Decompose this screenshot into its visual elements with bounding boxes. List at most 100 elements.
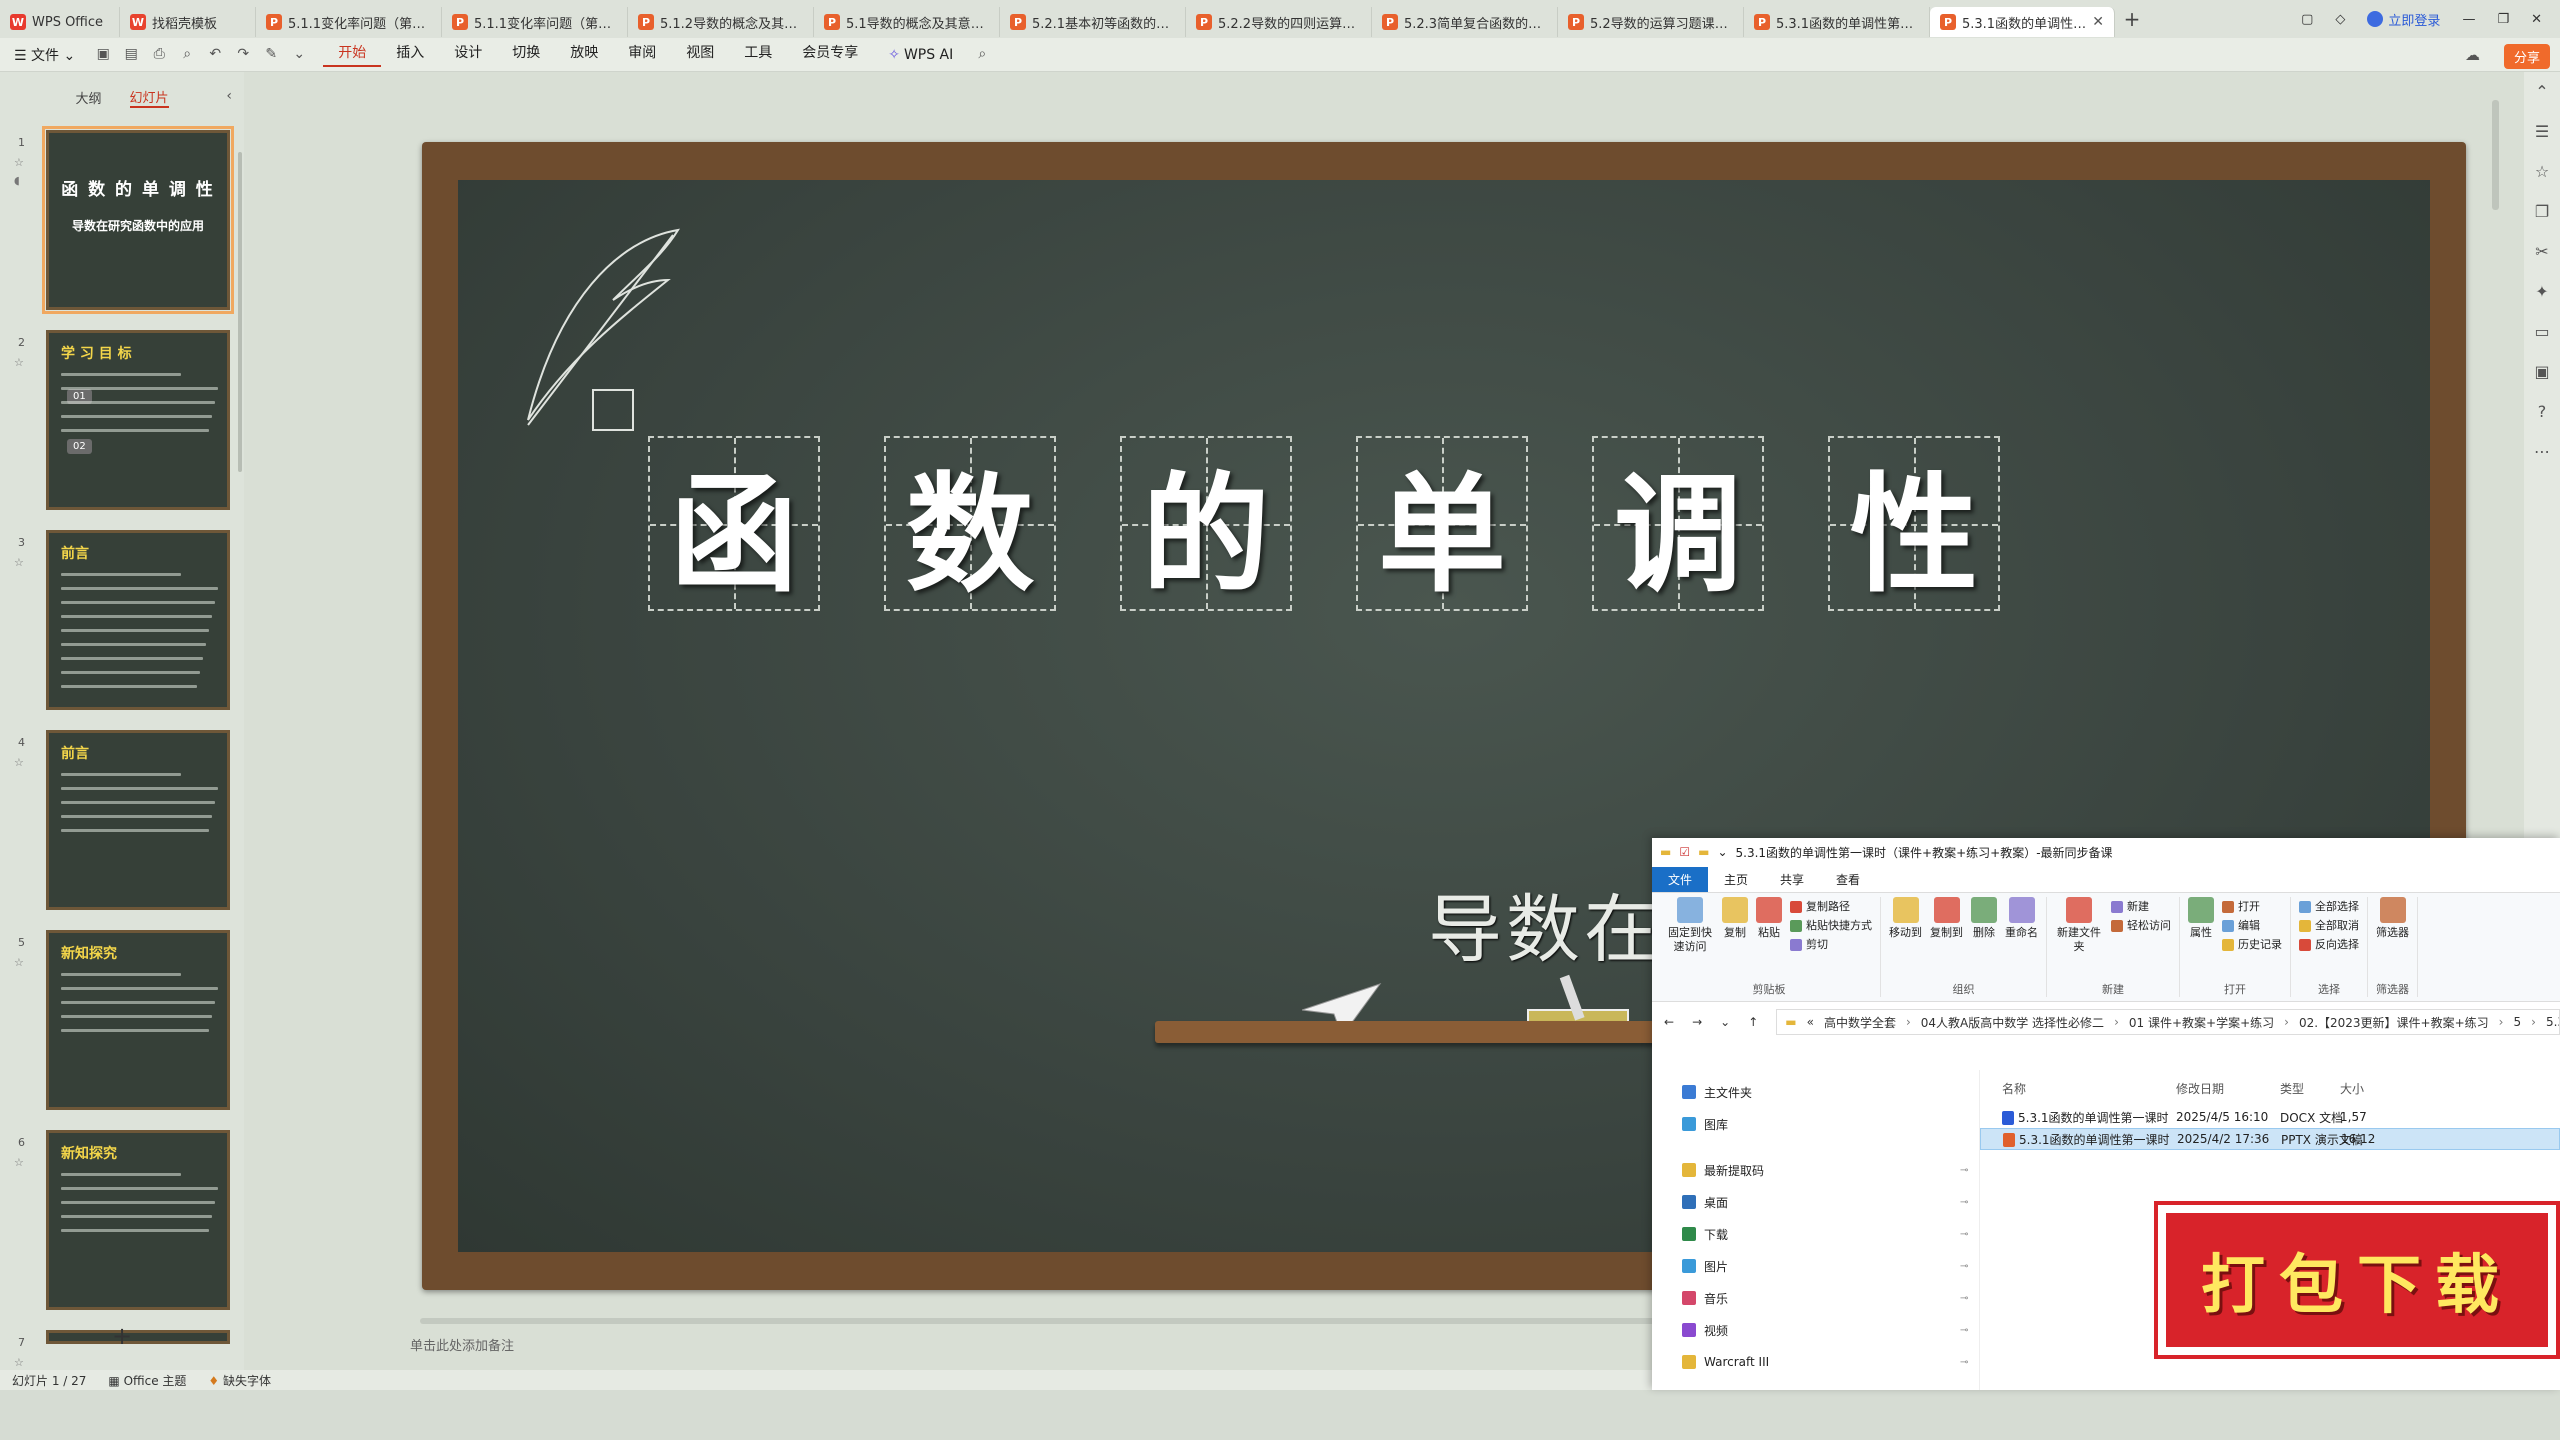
slide-thumbnail[interactable]: 前言	[46, 730, 230, 910]
nav-item[interactable]: 下载 ⊸	[1652, 1218, 1979, 1250]
small-ribbon-button[interactable]: 打开	[2222, 897, 2282, 916]
small-ribbon-button[interactable]: 粘贴快捷方式	[1790, 916, 1872, 935]
vertical-scrollbar[interactable]	[2492, 100, 2499, 210]
small-ribbon-button[interactable]: 编辑	[2222, 916, 2282, 935]
copy-icon[interactable]: ❐	[2524, 192, 2560, 232]
tab-1[interactable]: W 找稻壳模板	[120, 7, 256, 37]
cloud-icon[interactable]: ☁	[2465, 46, 2480, 64]
breadcrumb-segment[interactable]: 高中数学全套	[1824, 1014, 1896, 1031]
file-menu[interactable]: ☰ 文件 ⌄	[0, 45, 89, 65]
dropdown-icon[interactable]: ⌄	[1717, 845, 1727, 859]
slide-thumbnail[interactable]: 新知探究	[46, 930, 230, 1110]
slide-thumbnail-item[interactable]: 3 ☆ 前言	[0, 530, 244, 710]
tab-8[interactable]: P 5.2.3简单复合函数的导数	[1372, 7, 1558, 37]
slide-thumbnail[interactable]: 函 数 的 单 调 性导数在研究函数中的应用	[42, 126, 234, 314]
theme-label[interactable]: ▦ Office 主题	[108, 1372, 186, 1389]
nav-item[interactable]: 视频 ⊸	[1652, 1314, 1979, 1346]
slide-thumbnail[interactable]: 新知探究	[46, 1130, 230, 1310]
print-preview-icon[interactable]: ⌕	[178, 46, 196, 64]
horizontal-scrollbar[interactable]	[420, 1318, 1660, 1324]
explorer-menu-2[interactable]: 共享	[1764, 867, 1820, 892]
export-pdf-icon[interactable]: ▤	[122, 46, 140, 64]
ribbon-button[interactable]: 粘贴	[1756, 897, 1782, 940]
tab-6[interactable]: P 5.2.1基本初等函数的导数	[1000, 7, 1186, 37]
close-icon[interactable]: ✕	[2531, 12, 2542, 27]
small-ribbon-button[interactable]: 反向选择	[2299, 935, 2359, 954]
slide-thumbnail[interactable]: 学 习 目 标 01 02	[46, 330, 230, 510]
pin-icon[interactable]: ⊸	[1960, 1293, 1968, 1304]
ribbon-button[interactable]: 固定到快速访问	[1666, 897, 1714, 954]
menu-7[interactable]: 工具	[729, 42, 787, 67]
menu-6[interactable]: 视图	[671, 42, 729, 67]
star-icon[interactable]: ☆	[2524, 152, 2560, 192]
ribbon-button[interactable]: 新建文件夹	[2055, 897, 2103, 954]
breadcrumb-segment[interactable]: «	[1807, 1015, 1814, 1029]
breadcrumb-segment[interactable]: 5.3	[2546, 1015, 2559, 1029]
slide-thumbnail[interactable]	[46, 1330, 230, 1344]
file-row[interactable]: 5.3.1函数的单调性第一课时 2025/4/2 17:36 PPTX 演示文稿 16…	[1980, 1128, 2560, 1150]
collapse-panel-icon[interactable]: ‹	[226, 88, 232, 104]
redo-icon[interactable]: ↷	[234, 46, 252, 64]
check-icon[interactable]: ☑	[1679, 845, 1690, 859]
pin-icon[interactable]: ⊸	[1960, 1261, 1968, 1272]
tab-5[interactable]: P 5.1导数的概念及其意义习题课	[814, 7, 1000, 37]
recent-icon[interactable]: ⌄	[1720, 1015, 1730, 1029]
login-button[interactable]: 立即登录	[2367, 10, 2440, 29]
minimize-icon[interactable]: —	[2462, 12, 2475, 27]
nav-item[interactable]: Warcraft III ⊸	[1652, 1346, 1979, 1378]
menu-0[interactable]: 开始	[323, 42, 382, 67]
menu-4[interactable]: 放映	[555, 42, 613, 67]
nav-item[interactable]: 主文件夹	[1652, 1076, 1979, 1108]
breadcrumb-segment[interactable]: 02.【2023更新】课件+教案+练习	[2299, 1014, 2489, 1031]
quick-folder-icon[interactable]: ▬	[1698, 845, 1709, 859]
file-row[interactable]: 5.3.1函数的单调性第一课时 2025/4/5 16:10 DOCX 文档 1,57	[1980, 1106, 2560, 1128]
slide-thumbnail-item[interactable]: 2 ☆ 学 习 目 标 01 02	[0, 330, 244, 510]
small-ribbon-button[interactable]: 全部选择	[2299, 897, 2359, 916]
tab-2[interactable]: P 5.1.1变化率问题（第二课时）	[256, 7, 442, 37]
slide-thumbnail-item[interactable]: 5 ☆ 新知探究	[0, 930, 244, 1110]
close-tab-icon[interactable]: ✕	[2092, 14, 2104, 30]
new-tab-icon[interactable]: +	[2115, 7, 2149, 31]
ribbon-button[interactable]: 复制到	[1930, 897, 1963, 940]
slide-thumbnail-item[interactable]: 6 ☆ 新知探究	[0, 1130, 244, 1310]
ribbon-button[interactable]: 删除	[1971, 897, 1997, 940]
ribbon-button[interactable]: 筛选器	[2376, 897, 2409, 940]
ribbon-button[interactable]: 属性	[2188, 897, 2214, 940]
small-ribbon-button[interactable]: 剪切	[1790, 935, 1872, 954]
magic-icon[interactable]: ✦	[2524, 272, 2560, 312]
tab-4[interactable]: P 5.1.2导数的概念及其几何意义	[628, 7, 814, 37]
column-header[interactable]: 大小	[2340, 1080, 2364, 1097]
save-icon[interactable]: ▣	[94, 46, 112, 64]
breadcrumb[interactable]: ▬ « 高中数学全套 › 04人教A版高中数学 选择性必修二 › 01 课件+教案+学案+练…	[1776, 1009, 2560, 1035]
skin-icon[interactable]: ◇	[2335, 12, 2345, 27]
add-slide-button[interactable]: +	[112, 1322, 132, 1350]
small-ribbon-button[interactable]: 全部取消	[2299, 916, 2359, 935]
search-icon[interactable]: ⌕	[973, 46, 991, 64]
tools-icon[interactable]: ✂	[2524, 232, 2560, 272]
menu-8[interactable]: 会员专享	[787, 42, 873, 67]
maximize-icon[interactable]: ❐	[2497, 12, 2509, 27]
back-icon[interactable]: ←	[1664, 1015, 1674, 1029]
menu-5[interactable]: 审阅	[613, 42, 671, 67]
nav-item[interactable]: 音乐 ⊸	[1652, 1282, 1979, 1314]
small-ribbon-button[interactable]: 新建	[2111, 897, 2171, 916]
more-icon[interactable]: ⋯	[2524, 432, 2560, 472]
tab-3[interactable]: P 5.1.1变化率问题（第一课时）	[442, 7, 628, 37]
menu-1[interactable]: 插入	[381, 42, 439, 67]
explorer-menu-1[interactable]: 主页	[1708, 867, 1764, 892]
pin-icon[interactable]: ⊸	[1960, 1357, 1968, 1368]
tab-slides[interactable]: 幻灯片	[129, 87, 169, 108]
notes-placeholder[interactable]: 单击此处添加备注	[410, 1335, 514, 1354]
column-header[interactable]: 类型	[2280, 1080, 2304, 1097]
help-icon[interactable]: ?	[2524, 392, 2560, 432]
pin-icon[interactable]: ⊸	[1960, 1229, 1968, 1240]
slide-thumbnail-item[interactable]: 4 ☆ 前言	[0, 730, 244, 910]
panel-scrollbar[interactable]	[238, 152, 242, 472]
menu-2[interactable]: 设计	[439, 42, 497, 67]
small-ribbon-button[interactable]: 历史记录	[2222, 935, 2282, 954]
adjust-icon[interactable]: ☰	[2524, 112, 2560, 152]
ribbon-button[interactable]: 重命名	[2005, 897, 2038, 940]
breadcrumb-segment[interactable]: 01 课件+教案+学案+练习	[2129, 1014, 2274, 1031]
breadcrumb-segment[interactable]: 5	[2513, 1015, 2521, 1029]
wps-ai-button[interactable]: ✧ WPS AI	[873, 47, 968, 63]
